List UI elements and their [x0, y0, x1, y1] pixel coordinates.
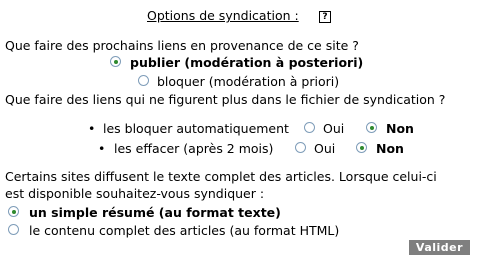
label-delete-no: Non — [376, 141, 404, 156]
radio-delete-yes[interactable] — [295, 142, 306, 153]
radio-full-content[interactable] — [8, 224, 19, 235]
help-icon[interactable]: ? — [319, 11, 331, 23]
label-delete-yes: Oui — [314, 141, 336, 156]
label-auto-block-yes: Oui — [323, 121, 345, 136]
fulltext-text-line2: est disponible souhaitez-vous syndiquer … — [5, 186, 265, 201]
label-block: bloquer (modération à priori) — [157, 74, 340, 89]
bullet: • — [88, 121, 96, 136]
section-title: Options de syndication : — [147, 8, 299, 23]
label-publish: publier (modération à posteriori) — [130, 55, 364, 70]
radio-publish[interactable] — [110, 56, 121, 67]
label-auto-block: les bloquer automatiquement — [103, 121, 289, 136]
radio-summary[interactable] — [8, 206, 19, 217]
radio-auto-block-yes[interactable] — [304, 122, 315, 133]
submit-button[interactable]: Valider — [409, 240, 470, 255]
bullet: • — [98, 141, 106, 156]
label-delete: les effacer (après 2 mois) — [114, 141, 274, 156]
label-auto-block-no: Non — [386, 121, 414, 136]
question-new-links: Que faire des prochains liens en provena… — [5, 38, 359, 53]
fulltext-text-line1: Certains sites diffusent le texte comple… — [5, 169, 437, 184]
radio-block[interactable] — [138, 75, 149, 86]
label-summary: un simple résumé (au format texte) — [29, 205, 281, 220]
radio-delete-no[interactable] — [356, 142, 367, 153]
label-full-content: le contenu complet des articles (au form… — [29, 223, 340, 238]
question-missing-links: Que faire des liens qui ne figurent plus… — [5, 92, 446, 107]
radio-auto-block-no[interactable] — [366, 122, 377, 133]
